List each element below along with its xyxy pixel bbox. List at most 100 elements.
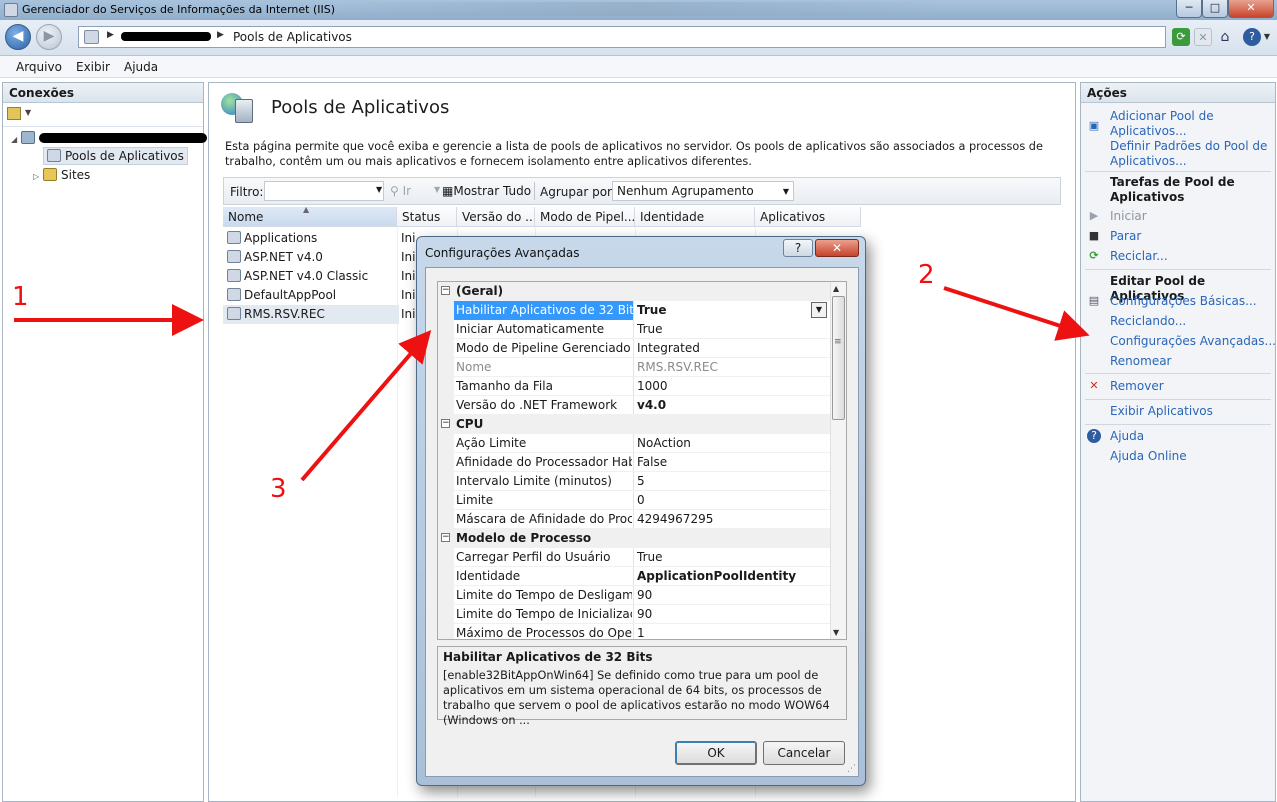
tree-label-app-pools: Pools de Aplicativos bbox=[65, 149, 184, 163]
column-header-identity[interactable]: Identidade bbox=[635, 207, 755, 227]
table-row[interactable]: ASP.NET v4.0 ClassicInic bbox=[223, 267, 443, 286]
property-row[interactable]: Versão do .NET Framework v4.0 bbox=[438, 396, 831, 415]
property-row[interactable]: Ação Limite NoAction bbox=[438, 434, 831, 453]
help-icon: ? bbox=[1087, 429, 1101, 443]
stop-icon[interactable]: ✕ bbox=[1194, 28, 1212, 46]
recycle-link[interactable]: Reciclar... bbox=[1110, 249, 1168, 264]
scroll-thumb[interactable] bbox=[832, 296, 845, 420]
property-row[interactable]: Modo de Pipeline Gerenciado Integrated bbox=[438, 339, 831, 358]
chevron-down-icon[interactable]: ▼ bbox=[376, 185, 382, 194]
collapse-icon[interactable]: − bbox=[441, 286, 450, 295]
help-online-link[interactable]: Ajuda Online bbox=[1110, 449, 1187, 464]
set-defaults-link[interactable]: Definir Padrões do Pool de Aplicativos... bbox=[1110, 139, 1267, 169]
column-header-name[interactable]: ▲ Nome bbox=[223, 207, 397, 227]
property-row-selected[interactable]: Habilitar Aplicativos de 32 Bits True ▼ bbox=[438, 301, 831, 320]
view-applications-link[interactable]: Exibir Aplicativos bbox=[1110, 404, 1213, 419]
dialog-help-button[interactable]: ? bbox=[783, 239, 813, 257]
refresh-icon[interactable]: ⟳ bbox=[1172, 28, 1190, 46]
stop-link[interactable]: Parar bbox=[1110, 229, 1141, 244]
maximize-button[interactable]: □ bbox=[1202, 0, 1228, 18]
app-pools-icon bbox=[221, 93, 257, 125]
dialog-close-button[interactable]: ✕ bbox=[815, 239, 859, 257]
property-row[interactable]: Limite 0 bbox=[438, 491, 831, 510]
tree-node-app-pools[interactable]: Pools de Aplicativos bbox=[43, 147, 188, 165]
column-header-status[interactable]: Status bbox=[397, 207, 457, 227]
expand-icon[interactable]: ▷ bbox=[33, 172, 43, 181]
column-header-pipeline[interactable]: Modo de Pipel... bbox=[535, 207, 635, 227]
forward-button[interactable]: ▶ bbox=[36, 24, 62, 50]
resize-grip-icon[interactable]: ⋰ bbox=[847, 764, 856, 774]
property-row[interactable]: Carregar Perfil do Usuário True bbox=[438, 548, 831, 567]
home-icon[interactable]: ⌂ bbox=[1216, 28, 1234, 46]
chevron-down-icon[interactable]: ▼ bbox=[811, 302, 827, 318]
category-cpu[interactable]: − CPU bbox=[438, 415, 831, 434]
actions-panel: Ações ▣ Adicionar Pool de Aplicativos... … bbox=[1080, 82, 1276, 802]
collapse-icon[interactable]: − bbox=[441, 533, 450, 542]
tree-node-sites[interactable]: ▷ Sites bbox=[33, 168, 90, 182]
property-row[interactable]: Limite do Tempo de Desligamento90 bbox=[438, 586, 831, 605]
chevron-down-icon[interactable]: ▼ bbox=[1262, 28, 1272, 46]
ok-button[interactable]: OK bbox=[675, 741, 757, 765]
connections-title: Conexões bbox=[3, 83, 203, 103]
menu-ajuda[interactable]: Ajuda bbox=[124, 60, 158, 74]
recycle-icon: ⟳ bbox=[1089, 249, 1099, 262]
redacted-server-name bbox=[121, 32, 211, 41]
scroll-down-icon[interactable]: ▼ bbox=[833, 628, 839, 637]
actions-title: Ações bbox=[1081, 83, 1275, 103]
menu-arquivo[interactable]: Arquivo bbox=[16, 60, 62, 74]
property-description-title: Habilitar Aplicativos de 32 Bits bbox=[443, 650, 653, 664]
property-row[interactable]: Intervalo Limite (minutos) 5 bbox=[438, 472, 831, 491]
table-row-selected[interactable]: RMS.RSV.RECInic bbox=[223, 305, 415, 324]
add-pool-link[interactable]: Adicionar Pool de Aplicativos... bbox=[1110, 109, 1214, 139]
chevron-down-icon[interactable]: ▼ bbox=[434, 185, 440, 194]
chevron-down-icon[interactable]: ▼ bbox=[25, 108, 31, 117]
start-link[interactable]: Iniciar bbox=[1110, 209, 1147, 224]
property-row[interactable]: Afinidade do Processador HabilitadaFalse bbox=[438, 453, 831, 472]
breadcrumb-separator[interactable]: ▶ bbox=[107, 30, 114, 40]
property-row[interactable]: Tamanho da Fila 1000 bbox=[438, 377, 831, 396]
help-icon[interactable]: ? bbox=[1243, 28, 1261, 46]
dialog-body: − (Geral) Habilitar Aplicativos de 32 Bit… bbox=[425, 267, 859, 777]
property-row[interactable]: Iniciar Automaticamente True bbox=[438, 320, 831, 339]
menu-exibir[interactable]: Exibir bbox=[76, 60, 110, 74]
cancel-button[interactable]: Cancelar bbox=[763, 741, 845, 765]
app-pool-icon bbox=[227, 288, 241, 301]
remove-link[interactable]: Remover bbox=[1110, 379, 1164, 394]
collapse-icon[interactable]: − bbox=[441, 419, 450, 428]
help-link[interactable]: Ajuda bbox=[1110, 429, 1144, 444]
breadcrumb-separator[interactable]: ▶ bbox=[217, 30, 224, 40]
group-by-select[interactable]: Nenhum Agrupamento ▼ bbox=[612, 181, 794, 201]
tree-node-server[interactable]: ◢ bbox=[11, 131, 207, 145]
rename-link[interactable]: Renomear bbox=[1110, 354, 1172, 369]
connect-icon[interactable] bbox=[7, 107, 21, 120]
filter-input[interactable] bbox=[264, 181, 384, 201]
page-description: Esta página permite que você exiba e ger… bbox=[225, 140, 1043, 168]
breadcrumb-current[interactable]: Pools de Aplicativos bbox=[233, 30, 352, 44]
category-process-model[interactable]: − Modelo de Processo bbox=[438, 529, 831, 548]
property-row[interactable]: Limite do Tempo de Inicialização 90 bbox=[438, 605, 831, 624]
property-grid-scrollbar[interactable]: ▲ ≡ ▼ bbox=[830, 282, 846, 639]
close-window-button[interactable]: ✕ bbox=[1228, 0, 1274, 18]
collapse-icon[interactable]: ◢ bbox=[11, 135, 21, 144]
basic-settings-link[interactable]: Configurações Básicas... bbox=[1110, 294, 1257, 309]
go-button[interactable]: ⚲ Ir bbox=[390, 184, 411, 198]
back-button[interactable]: ◀ bbox=[5, 24, 31, 50]
column-header-version[interactable]: Versão do ... bbox=[457, 207, 535, 227]
property-row[interactable]: Máximo de Processos do Operador1 bbox=[438, 624, 831, 639]
table-row[interactable]: ApplicationsInic bbox=[223, 229, 443, 248]
column-header-applications[interactable]: Aplicativos bbox=[755, 207, 861, 227]
connections-panel: Conexões ▼ ◢ Pools de Aplicativos ▷ Sites bbox=[2, 82, 207, 802]
advanced-settings-link[interactable]: Configurações Avançadas... bbox=[1110, 334, 1276, 349]
property-row[interactable]: Nome RMS.RSV.REC bbox=[438, 358, 831, 377]
property-row[interactable]: Identidade ApplicationPoolIdentity bbox=[438, 567, 831, 586]
property-row[interactable]: Máscara de Afinidade do Processador42949… bbox=[438, 510, 831, 529]
address-breadcrumb[interactable]: ▶ ▶ Pools de Aplicativos bbox=[78, 26, 1166, 48]
scroll-up-icon[interactable]: ▲ bbox=[833, 284, 839, 293]
recycling-link[interactable]: Reciclando... bbox=[1110, 314, 1186, 329]
show-all-button[interactable]: ▦Mostrar Tudo bbox=[442, 184, 531, 198]
iis-app-icon bbox=[4, 3, 18, 17]
minimize-button[interactable]: ─ bbox=[1176, 0, 1202, 18]
table-row[interactable]: ASP.NET v4.0Inic bbox=[223, 248, 443, 267]
category-general[interactable]: − (Geral) bbox=[438, 282, 831, 301]
table-row[interactable]: DefaultAppPoolInic bbox=[223, 286, 443, 305]
